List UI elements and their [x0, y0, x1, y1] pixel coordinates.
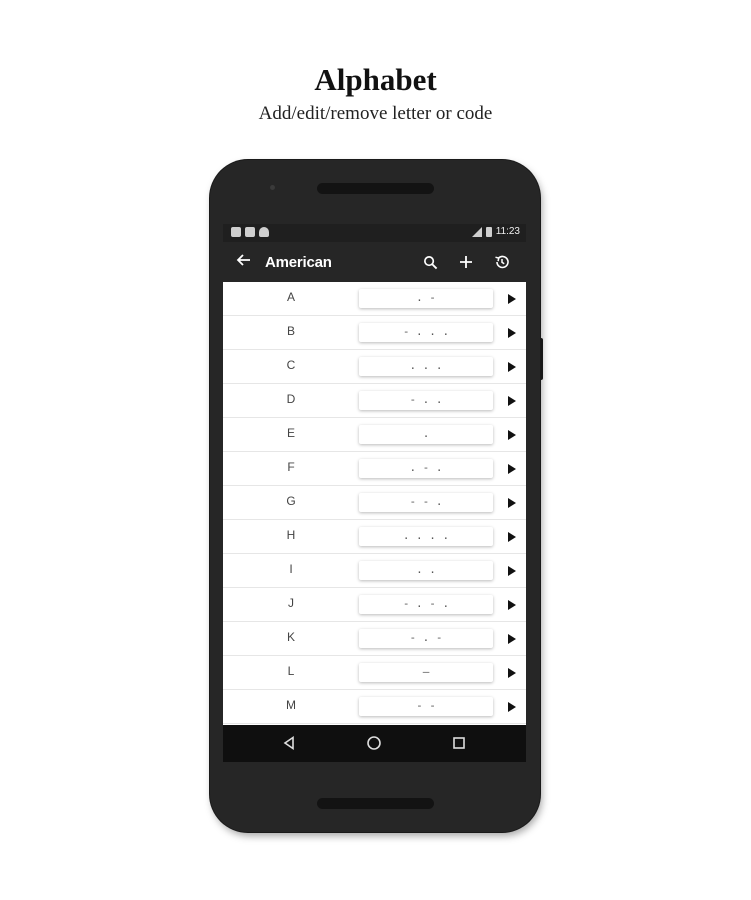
letter-label: F [287, 460, 295, 474]
list-item[interactable]: A . - [223, 282, 526, 316]
play-icon[interactable] [508, 634, 516, 644]
letter-label: L [287, 664, 295, 678]
letter-label: J [288, 596, 294, 610]
letter-label: M [286, 698, 296, 712]
promo-subtitle: Add/edit/remove letter or code [258, 103, 493, 124]
list-item[interactable]: I . . [223, 554, 526, 588]
play-icon[interactable] [508, 294, 516, 304]
play-icon[interactable] [508, 464, 516, 474]
letter-label: I [289, 562, 293, 576]
status-time: 11:23 [495, 226, 520, 237]
code-field[interactable]: . [359, 425, 493, 444]
list-item[interactable]: D - . . [223, 384, 526, 418]
page-title: American [265, 253, 332, 271]
list-item[interactable]: C . . . [223, 350, 526, 384]
history-icon[interactable] [484, 242, 520, 282]
back-arrow-icon[interactable] [223, 252, 265, 273]
list-item[interactable]: L — [223, 656, 526, 690]
list-item[interactable]: G - - . [223, 486, 526, 520]
home-circle-icon[interactable] [364, 733, 384, 753]
code-field[interactable]: - . . . [359, 323, 493, 342]
play-icon[interactable] [508, 430, 516, 440]
recents-square-icon[interactable] [449, 733, 469, 753]
search-icon[interactable] [412, 242, 448, 282]
play-icon[interactable] [508, 566, 516, 576]
code-field[interactable]: - . - . [359, 595, 493, 614]
letter-label: E [286, 426, 295, 440]
play-icon[interactable] [508, 498, 516, 508]
letter-label: H [286, 528, 296, 542]
system-nav-bar [223, 725, 526, 762]
code-field[interactable]: - . . [359, 391, 493, 410]
phone-frame: 11:23 American A . - B - . . . C . . . D… [210, 160, 540, 832]
code-field[interactable]: - - [359, 697, 493, 716]
code-field[interactable]: . . . [359, 357, 493, 376]
list-item[interactable]: F . - . [223, 452, 526, 486]
play-icon[interactable] [508, 702, 516, 712]
notification-icon [231, 227, 241, 237]
play-icon[interactable] [508, 362, 516, 372]
signal-icon [471, 226, 482, 237]
code-field[interactable]: - - . [359, 493, 493, 512]
letter-label: B [286, 324, 295, 338]
list-item[interactable]: M - - [223, 690, 526, 724]
play-icon[interactable] [508, 668, 516, 678]
list-item[interactable]: H . . . . [223, 520, 526, 554]
battery-icon [485, 226, 492, 237]
letter-label: D [286, 392, 296, 406]
bottom-speaker [317, 798, 434, 809]
list-item[interactable]: E . [223, 418, 526, 452]
list-item[interactable]: K - . - [223, 622, 526, 656]
letter-label: K [286, 630, 295, 644]
code-field[interactable]: . . [359, 561, 493, 580]
list-item[interactable]: J - . - . [223, 588, 526, 622]
play-icon[interactable] [508, 532, 516, 542]
code-field[interactable]: . - [359, 289, 493, 308]
android-icon [259, 227, 269, 237]
letter-label: C [286, 358, 296, 372]
sd-card-icon [245, 227, 255, 237]
status-bar: 11:23 [223, 224, 526, 242]
app-screen: 11:23 American A . - B - . . . C . . . D… [223, 224, 526, 762]
letter-label: G [286, 494, 296, 508]
play-icon[interactable] [508, 396, 516, 406]
code-field[interactable]: . . . . [359, 527, 493, 546]
list-item[interactable]: B - . . . [223, 316, 526, 350]
app-bar: American [223, 242, 526, 282]
promo-title: Alphabet [314, 62, 437, 97]
camera-icon [270, 185, 275, 190]
play-icon[interactable] [508, 328, 516, 338]
code-field[interactable]: . - . [359, 459, 493, 478]
code-field[interactable]: — [359, 663, 493, 682]
top-speaker [317, 183, 434, 194]
play-icon[interactable] [508, 600, 516, 610]
code-field[interactable]: - . - [359, 629, 493, 648]
back-triangle-icon[interactable] [279, 733, 299, 753]
add-icon[interactable] [448, 242, 484, 282]
alphabet-list: A . - B - . . . C . . . D - . . E . F . … [223, 282, 526, 758]
letter-label: A [286, 290, 295, 304]
